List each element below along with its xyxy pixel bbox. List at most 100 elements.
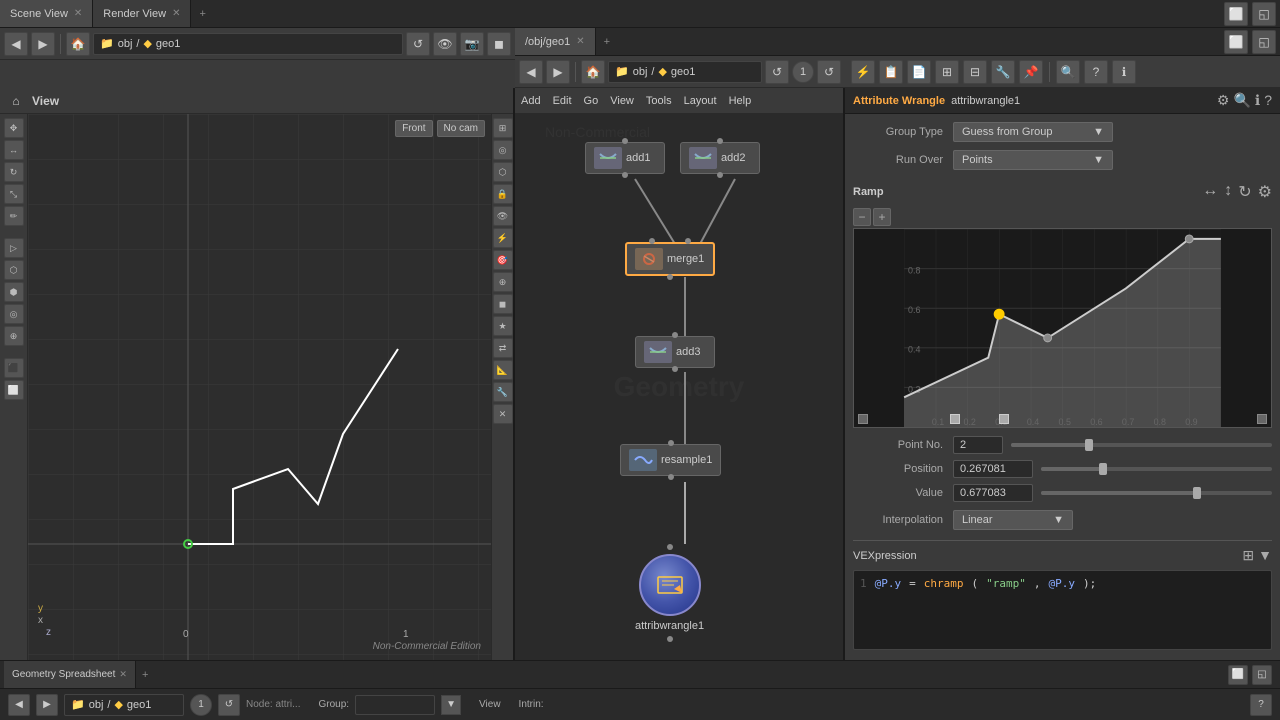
redo-button[interactable]: ▶ <box>31 32 55 56</box>
ramp-handle-left[interactable] <box>858 414 868 424</box>
menu-layout[interactable]: Layout <box>684 95 717 107</box>
ramp-add-btn[interactable]: + <box>873 208 891 226</box>
tool-g[interactable]: ⬜ <box>4 380 24 400</box>
bottom-tab-spreadsheet[interactable]: Geometry Spreadsheet ✕ <box>4 661 136 688</box>
tab-render-view[interactable]: Render View ✕ <box>93 0 191 27</box>
menu-view[interactable]: View <box>610 95 634 107</box>
interpolation-select[interactable]: Linear ▼ <box>953 510 1073 530</box>
position-slider[interactable] <box>1041 467 1272 471</box>
tool-select2[interactable]: ▷ <box>4 238 24 258</box>
vex-expand-icon[interactable]: ⊞ <box>1242 547 1254 564</box>
group-type-select[interactable]: Guess from Group ▼ <box>953 122 1113 142</box>
props-icon4[interactable]: ⊞ <box>935 60 959 84</box>
ramp-flip-h-icon[interactable]: ↔ <box>1202 182 1218 202</box>
props-info[interactable]: ℹ <box>1112 60 1136 84</box>
status-btn-undo[interactable]: ◀ <box>8 694 30 716</box>
tab-geo1[interactable]: /obj/geo1 ✕ <box>515 28 596 55</box>
node-redo-button[interactable]: ▶ <box>546 60 570 84</box>
view-btn2[interactable]: 📷 <box>460 32 484 56</box>
props-icon6[interactable]: 🔧 <box>991 60 1015 84</box>
rtool-14[interactable]: ✕ <box>493 404 513 424</box>
menu-go[interactable]: Go <box>584 95 599 107</box>
ramp-handle-right[interactable] <box>1257 414 1267 424</box>
tool-f[interactable]: ⬛ <box>4 358 24 378</box>
home-button[interactable]: 🏠 <box>66 32 90 56</box>
props-gear-icon[interactable]: ⚙ <box>1217 92 1230 109</box>
status-refresh-btn[interactable]: ↺ <box>218 694 240 716</box>
tab2-add-button[interactable]: + <box>596 36 618 48</box>
props-search-icon[interactable]: 🔍 <box>1233 92 1250 109</box>
props-icon3[interactable]: 📄 <box>907 60 931 84</box>
node-extra[interactable]: ↺ <box>817 60 841 84</box>
ramp-flip-v-icon[interactable]: ↕ <box>1224 182 1232 202</box>
ramp-graph-area[interactable]: 0.2 0.4 0.6 0.8 0.1 0.2 <box>853 228 1272 428</box>
menu-help[interactable]: Help <box>729 95 752 107</box>
tool-c[interactable]: ⬢ <box>4 282 24 302</box>
node-add1[interactable]: add1 <box>585 142 665 174</box>
tool-d[interactable]: ◎ <box>4 304 24 324</box>
menu-edit[interactable]: Edit <box>553 95 572 107</box>
maximize-button[interactable]: ⬜ <box>1224 2 1248 26</box>
rtool-3[interactable]: ⬡ <box>493 162 513 182</box>
tab-geo1-close[interactable]: ✕ <box>576 36 584 47</box>
node-refresh[interactable]: ↺ <box>765 60 789 84</box>
tool-rotate[interactable]: ↻ <box>4 162 24 182</box>
props-help[interactable]: ? <box>1084 60 1108 84</box>
run-over-select[interactable]: Points ▼ <box>953 150 1113 170</box>
node-add2[interactable]: add2 <box>680 142 760 174</box>
point-no-slider[interactable] <box>1011 443 1272 447</box>
bottom-tab-add[interactable]: + <box>136 669 154 681</box>
ramp-handle-mid2[interactable] <box>999 414 1009 424</box>
tool-select[interactable]: ✥ <box>4 118 24 138</box>
rtool-6[interactable]: ⚡ <box>493 228 513 248</box>
position-thumb[interactable] <box>1099 463 1107 475</box>
node-attribwrangle1[interactable]: attribwrangle1 <box>635 544 704 642</box>
tool-transform[interactable]: ↔ <box>4 140 24 160</box>
node-index-btn[interactable]: 1 <box>792 61 814 83</box>
props-icon7[interactable]: 📌 <box>1019 60 1043 84</box>
float2-button[interactable]: ◱ <box>1252 30 1276 54</box>
ramp-settings-icon[interactable]: ⚙ <box>1258 182 1272 202</box>
rtool-10[interactable]: ★ <box>493 316 513 336</box>
props-icon5[interactable]: ⊟ <box>963 60 987 84</box>
node-home-button[interactable]: 🏠 <box>581 60 605 84</box>
value-slider[interactable] <box>1041 491 1272 495</box>
status-group-input[interactable] <box>355 695 435 715</box>
rtool-5[interactable]: 👁 <box>493 206 513 226</box>
point-no-thumb[interactable] <box>1085 439 1093 451</box>
tab-scene-view-close[interactable]: ✕ <box>74 8 82 19</box>
menu-add[interactable]: Add <box>521 95 541 107</box>
refresh-button[interactable]: ↺ <box>406 32 430 56</box>
point-no-field[interactable]: 2 <box>953 436 1003 454</box>
tool-edit[interactable]: ✏ <box>4 206 24 226</box>
props-icon1[interactable]: ⚡ <box>851 60 875 84</box>
view-btn3[interactable]: ◼ <box>487 32 511 56</box>
position-field[interactable]: 0.267081 <box>953 460 1033 478</box>
status-index-btn[interactable]: 1 <box>190 694 212 716</box>
rtool-12[interactable]: 📐 <box>493 360 513 380</box>
ramp-handle-mid[interactable] <box>950 414 960 424</box>
ramp-reset-icon[interactable]: ↻ <box>1238 182 1251 202</box>
rtool-9[interactable]: ◼ <box>493 294 513 314</box>
tab-add-button[interactable]: + <box>191 8 213 20</box>
props-info-icon[interactable]: ℹ <box>1255 92 1260 109</box>
status-help-btn[interactable]: ? <box>1250 694 1272 716</box>
view-front-dropdown[interactable]: Front <box>395 120 432 137</box>
vex-collapse-icon[interactable]: ▼ <box>1258 547 1272 564</box>
rtool-4[interactable]: 🔒 <box>493 184 513 204</box>
rtool-7[interactable]: 🎯 <box>493 250 513 270</box>
node-merge1[interactable]: merge1 <box>625 242 715 276</box>
tool-b[interactable]: ⬡ <box>4 260 24 280</box>
bottom-float-btn[interactable]: ◱ <box>1252 665 1272 685</box>
value-field[interactable]: 0.677083 <box>953 484 1033 502</box>
node-undo-button[interactable]: ◀ <box>519 60 543 84</box>
rtool-2[interactable]: ◎ <box>493 140 513 160</box>
home-icon[interactable]: ⌂ <box>6 91 26 111</box>
rtool-11[interactable]: ⇄ <box>493 338 513 358</box>
undo-button[interactable]: ◀ <box>4 32 28 56</box>
props-help-icon[interactable]: ? <box>1264 92 1272 109</box>
node-add3[interactable]: add3 <box>635 336 715 368</box>
tool-e[interactable]: ⊕ <box>4 326 24 346</box>
status-btn-redo[interactable]: ▶ <box>36 694 58 716</box>
tool-scale[interactable]: ⤡ <box>4 184 24 204</box>
